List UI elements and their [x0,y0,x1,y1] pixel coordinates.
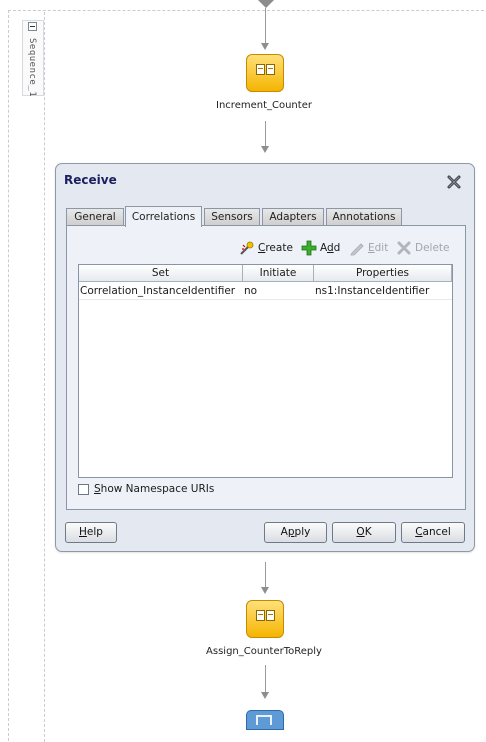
apply-mnemonic: p [287,526,295,538]
tab-correlations[interactable]: Correlations [125,206,202,227]
add-label: d [333,242,341,254]
assign-icon-part [266,64,275,75]
connector-line [265,562,266,588]
show-namespace-label[interactable]: Show Namespace URIs [94,483,214,495]
apply-label: ply [294,526,311,538]
assign-counter-to-reply-activity[interactable] [246,600,284,638]
reply-icon[interactable] [246,710,284,730]
dialog-title: Receive [64,173,117,187]
edit-mnemonic: E [368,242,375,254]
close-icon[interactable] [446,174,462,190]
connector-arrow-icon [261,587,269,594]
ok-button[interactable]: OK [332,522,396,543]
connector-arrow-icon [261,146,269,153]
cell-initiate: no [244,285,258,297]
help-label: elp [86,526,103,538]
create-button[interactable]: Create [239,240,299,256]
delete-label: Delete [415,242,450,254]
wand-icon [240,241,254,255]
tab-label: Annotations [332,211,396,223]
tab-label: General [74,211,116,223]
connector-line [265,121,266,147]
correlation-sets-table[interactable]: Set Initiate Properties Correlation_Inst… [78,264,453,478]
cancel-mnemonic: C [415,526,423,538]
checkbox-label-text: how Namespace URIs [100,483,215,495]
cell-set: Correlation_InstanceIdentifier [80,285,236,297]
delete-button[interactable]: Delete [396,240,452,256]
collapse-toggle-icon[interactable] [28,22,37,31]
show-namespace-checkbox[interactable] [78,484,89,495]
delete-x-icon [397,241,411,255]
tab-label: Correlations [131,211,196,223]
plus-icon [301,240,317,256]
add-button[interactable]: Add [301,240,345,256]
assign-counter-to-reply-label[interactable]: Assign_CounterToReply [164,646,364,657]
correlations-panel: Create Add Edit Delete Set Initiate Prop… [66,225,466,510]
assign-icon [256,64,265,75]
receive-dialog: Receive General Correlations Sensors Ada… [55,163,475,552]
bpel-canvas: Sequence_1 Increment_Counter Receive Gen… [0,0,486,742]
assign-icon-part [266,610,275,621]
incoming-arrow-icon [258,0,274,8]
increment-counter-label[interactable]: Increment_Counter [164,100,364,111]
help-button[interactable]: Help [65,522,117,543]
connector-arrow-icon [261,692,269,699]
cancel-button[interactable]: Cancel [401,522,465,543]
checkbox-mnemonic: S [94,483,101,495]
tab-adapters[interactable]: Adapters [262,208,324,225]
ok-label: K [364,526,372,538]
column-header-properties[interactable]: Properties [314,265,452,282]
table-header: Set Initiate Properties [79,265,452,283]
tab-sensors[interactable]: Sensors [204,208,260,225]
ok-mnemonic: O [356,526,365,538]
cancel-label: ancel [422,526,451,538]
tab-annotations[interactable]: Annotations [326,208,402,225]
add-label-pre: A [320,242,327,254]
connector-line [265,8,266,44]
add-mnemonic: d [327,242,334,254]
tab-label: Sensors [211,211,253,223]
tab-label: Adapters [269,211,317,223]
cell-properties: ns1:InstanceIdentifier [315,285,430,297]
create-label: reate [265,242,293,254]
edit-label: dit [374,242,389,254]
increment-counter-activity[interactable] [246,54,284,92]
column-header-initiate[interactable]: Initiate [243,265,314,282]
apply-button[interactable]: Apply [264,522,327,543]
assign-icon [256,610,265,621]
edit-button[interactable]: Edit [349,240,391,256]
column-header-set[interactable]: Set [79,265,243,282]
sequence-label: Sequence_1 [27,38,37,98]
help-mnemonic: H [79,526,87,538]
pencil-icon [350,243,364,256]
connector-line [265,665,266,693]
tab-general[interactable]: General [66,208,124,225]
connector-arrow-icon [261,43,269,50]
table-row[interactable]: Correlation_InstanceIdentifier no ns1:In… [79,283,452,300]
apply-label-pre: A [280,526,288,538]
